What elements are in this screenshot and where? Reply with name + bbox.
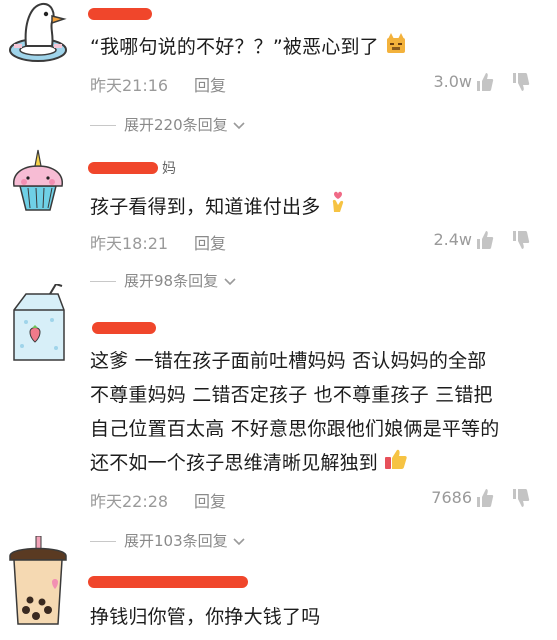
milk-carton-icon: [13, 282, 65, 361]
comment-text: 挣钱归你管，你挣大钱了吗: [90, 606, 321, 628]
comment-text: 这爹 一错在孩子面前吐槽妈妈 否认妈妈的全部 不尊重妈妈 二错否定孩子 也不尊重…: [90, 344, 499, 481]
comment-meta: 昨天18:21 回复 2.4w: [90, 230, 530, 254]
comment-text: 孩子看得到，知道谁付出多: [90, 190, 347, 225]
username-redacted[interactable]: [88, 162, 158, 174]
cat-emoji-icon: [385, 31, 407, 65]
chevron-down-icon: [223, 273, 237, 291]
avatar[interactable]: [6, 282, 70, 361]
reply-button[interactable]: 回复: [194, 230, 226, 254]
avatar[interactable]: [6, 148, 70, 212]
thumbs-up-icon[interactable]: [476, 488, 494, 508]
timestamp: 昨天18:21: [90, 234, 169, 253]
reply-button[interactable]: 回复: [194, 72, 226, 96]
like-count: 2.4w: [433, 230, 472, 249]
reply-button[interactable]: 回复: [194, 488, 226, 512]
username-tail: 妈: [162, 161, 176, 177]
thumbs-up-icon[interactable]: [476, 72, 494, 92]
chevron-down-icon: [232, 117, 246, 135]
comment-3: 这爹 一错在孩子面前吐槽妈妈 否认妈妈的全部 不尊重妈妈 二错否定孩子 也不尊重…: [0, 282, 557, 551]
divider: [90, 541, 116, 542]
avatar[interactable]: [6, 535, 70, 626]
timestamp: 昨天22:28: [90, 492, 169, 511]
bubble-tea-icon: [9, 535, 67, 625]
like-count: 7686: [431, 488, 472, 507]
comment-meta: 昨天22:28 回复 7686: [90, 488, 530, 512]
chevron-down-icon: [232, 533, 246, 551]
comment-text: “我哪句说的不好？？”被恶心到了: [90, 30, 407, 65]
thumbs-down-icon[interactable]: [512, 72, 530, 92]
like-count: 3.0w: [433, 72, 472, 91]
username-redacted[interactable]: [92, 322, 156, 334]
timestamp: 昨天21:16: [90, 76, 169, 95]
thumbs-up-emoji-icon: [384, 447, 408, 481]
duck-float-icon: [9, 2, 67, 62]
divider: [90, 281, 116, 282]
username-redacted[interactable]: [88, 576, 248, 588]
thumbs-down-icon[interactable]: [512, 230, 530, 250]
cupcake-unicorn-icon: [13, 149, 63, 211]
thumbs-up-icon[interactable]: [476, 230, 494, 250]
comment-4: 挣钱归你管，你挣大钱了吗: [0, 535, 557, 640]
divider: [90, 125, 116, 126]
thumbs-down-icon[interactable]: [512, 488, 530, 508]
love-hand-emoji-icon: [327, 190, 347, 225]
comment-1: “我哪句说的不好？？”被恶心到了 昨天21:16 回复 3.0w 展开220条回…: [0, 0, 557, 140]
avatar[interactable]: [6, 0, 70, 64]
comment-2: 妈 孩子看得到，知道谁付出多 昨天18:21 回复 2.4w 展开98条回复: [0, 140, 557, 300]
comment-meta: 昨天21:16 回复 3.0w: [90, 72, 530, 96]
username-redacted[interactable]: [88, 8, 152, 20]
